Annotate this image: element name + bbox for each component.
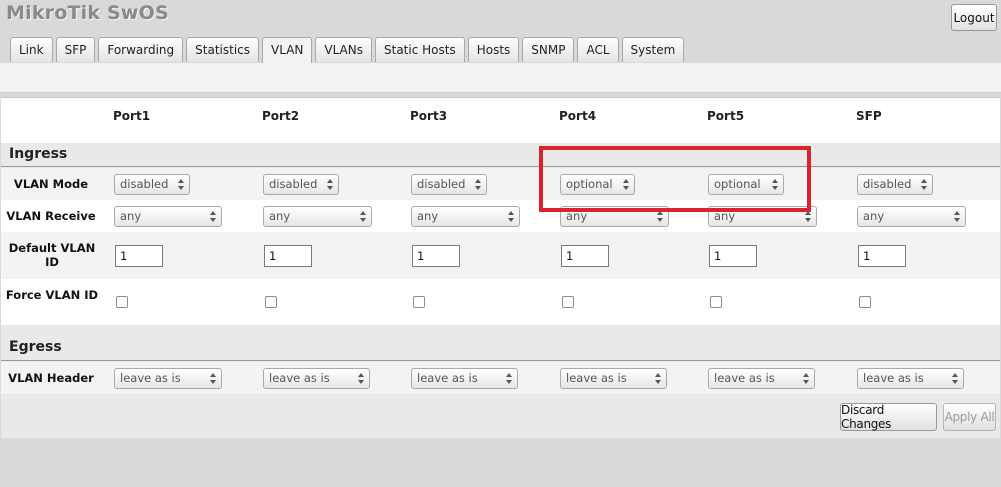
egress-title: Egress [9,339,62,355]
discard-changes-button[interactable]: Discard Changes [840,403,937,431]
egress-section-header: Egress [1,325,1000,361]
vlan-receive-row: VLAN Receive any any any any any any [1,200,1000,232]
select-arrows-icon [802,372,810,385]
default-vlan-id-row: Default VLAN ID 1 1 1 1 1 1 [1,232,1000,279]
column-header-port1: Port1 [113,109,151,123]
vlan-receive-label: VLAN Receive [6,209,96,223]
select-arrows-icon [357,372,365,385]
default-vlan-id-input-port1[interactable]: 1 [115,245,163,267]
select-arrows-icon [359,210,367,223]
vlan-mode-select-sfp[interactable]: disabled [857,174,933,195]
vlan-header-row: VLAN Header leave as is leave as is leav… [1,362,1000,394]
default-vlan-id-input-port5[interactable]: 1 [709,245,757,267]
tab-acl[interactable]: ACL [577,37,619,62]
column-header-sfp: SFP [856,109,882,123]
force-vlan-id-label: Force VLAN ID [5,288,99,302]
select-arrows-icon [474,178,482,191]
column-header-port2: Port2 [262,109,300,123]
default-vlan-id-input-sfp[interactable]: 1 [858,245,906,267]
vlan-mode-row: VLAN Mode disabled disabled disabled opt… [1,168,1000,200]
tab-bar: Link SFP Forwarding Statistics VLAN VLAN… [10,37,687,64]
tab-static-hosts[interactable]: Static Hosts [375,37,465,62]
ingress-section-header: Ingress [1,143,1000,167]
vlan-header-select-port2[interactable]: leave as is [263,368,370,389]
default-vlan-id-input-port2[interactable]: 1 [264,245,312,267]
column-header-port3: Port3 [410,109,448,123]
force-vlan-id-checkbox-port2[interactable] [265,296,277,308]
force-vlan-id-row: Force VLAN ID [1,279,1000,325]
vlan-receive-select-port2[interactable]: any [263,206,372,227]
tab-link[interactable]: Link [10,37,53,62]
select-arrows-icon [951,372,959,385]
column-header-port5: Port5 [707,109,745,123]
logout-button[interactable]: Logout [951,4,997,31]
highlight-annotation-box [539,146,811,212]
column-header-port4: Port4 [559,109,597,123]
vlan-receive-select-sfp[interactable]: any [857,206,966,227]
tab-hosts[interactable]: Hosts [467,37,520,62]
vlan-header-select-port1[interactable]: leave as is [114,368,222,389]
vlan-receive-select-port1[interactable]: any [114,206,222,227]
vlan-mode-select-port1[interactable]: disabled [114,174,190,195]
select-arrows-icon [209,210,217,223]
column-header-row: Port1 Port2 Port3 Port4 Port5 SFP [1,98,1000,143]
vlan-mode-label: VLAN Mode [13,177,89,191]
select-arrows-icon [505,372,513,385]
status-bar [0,63,1001,93]
tab-statistics[interactable]: Statistics [186,37,260,62]
select-arrows-icon [507,210,515,223]
tab-vlans[interactable]: VLANs [315,37,372,62]
vlan-header-select-port3[interactable]: leave as is [411,368,518,389]
select-arrows-icon [209,372,217,385]
tab-system[interactable]: System [621,37,685,62]
tab-vlan[interactable]: VLAN [262,37,313,64]
vlan-mode-select-port3[interactable]: disabled [411,174,487,195]
vlan-settings-panel: Port1 Port2 Port3 Port4 Port5 SFP Ingres… [1,97,1000,438]
select-arrows-icon [953,210,961,223]
vlan-receive-select-port3[interactable]: any [411,206,520,227]
apply-all-button[interactable]: Apply All [943,403,996,431]
vlan-header-select-sfp[interactable]: leave as is [857,368,964,389]
select-arrows-icon [177,178,185,191]
tab-sfp[interactable]: SFP [55,37,96,62]
vlan-mode-select-port2[interactable]: disabled [263,174,339,195]
select-arrows-icon [326,178,334,191]
force-vlan-id-checkbox-port3[interactable] [413,296,425,308]
force-vlan-id-checkbox-sfp[interactable] [859,296,871,308]
tab-forwarding[interactable]: Forwarding [98,37,184,62]
app-logo: MikroTik SwOS [6,2,169,24]
force-vlan-id-checkbox-port5[interactable] [710,296,722,308]
default-vlan-id-label: Default VLAN ID [8,241,96,269]
default-vlan-id-input-port3[interactable]: 1 [412,245,460,267]
select-arrows-icon [920,178,928,191]
default-vlan-id-input-port4[interactable]: 1 [561,245,609,267]
vlan-header-select-port5[interactable]: leave as is [708,368,815,389]
tab-snmp[interactable]: SNMP [522,37,575,62]
ingress-title: Ingress [9,146,68,162]
force-vlan-id-checkbox-port1[interactable] [116,296,128,308]
select-arrows-icon [654,372,662,385]
force-vlan-id-checkbox-port4[interactable] [562,296,574,308]
vlan-header-select-port4[interactable]: leave as is [560,368,667,389]
vlan-header-label: VLAN Header [8,371,94,385]
